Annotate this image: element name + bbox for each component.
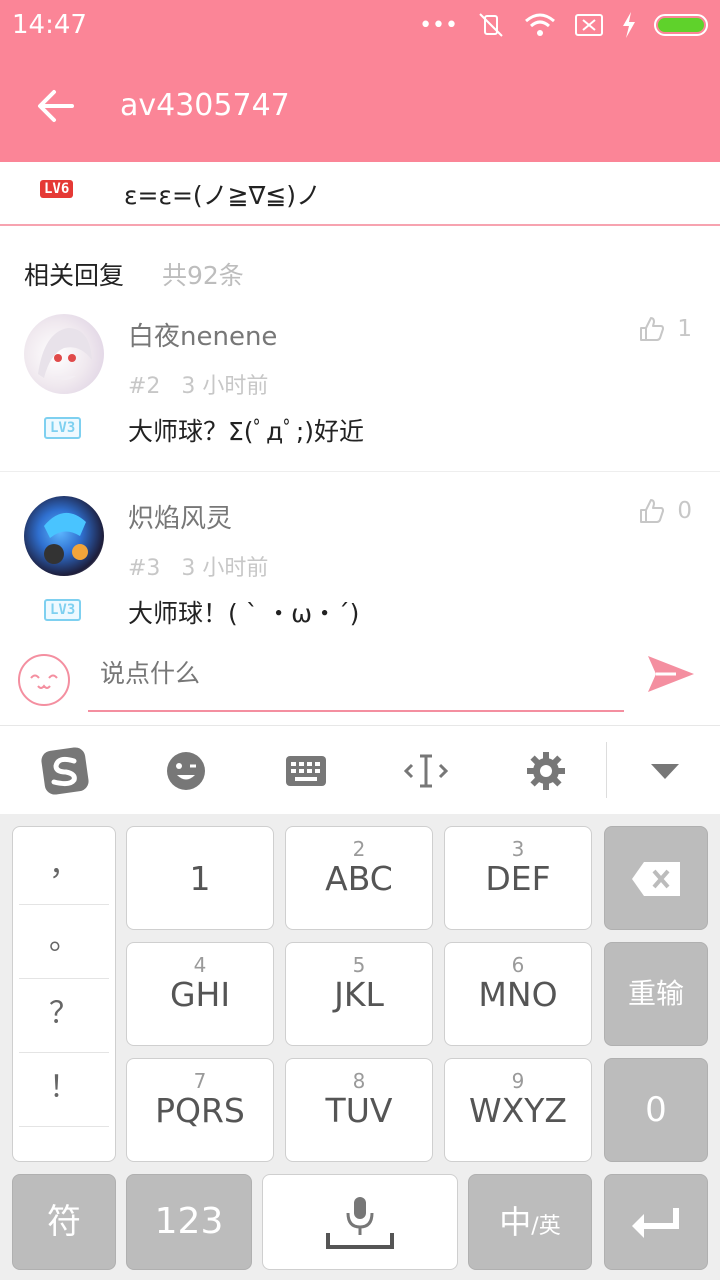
sogou-logo-icon[interactable]: [40, 746, 90, 796]
no-sim-icon: [575, 14, 603, 36]
punct-period-key[interactable]: 。: [19, 905, 109, 979]
symbol-key[interactable]: 符: [12, 1174, 116, 1270]
page-title: av4305747: [120, 88, 290, 123]
parent-comment: LV6 ε=ε=(ノ≧∇≦)ノ: [0, 162, 720, 226]
punct-exclaim-key[interactable]: ！: [19, 1053, 109, 1127]
status-icons: •••: [419, 10, 708, 40]
settings-gear-icon[interactable]: [521, 746, 571, 796]
battery-icon: [654, 14, 708, 36]
like-button[interactable]: 1: [639, 316, 692, 342]
like-count: 1: [677, 316, 692, 342]
reply-input-bar: 说点什么: [0, 640, 720, 726]
punct-question-key[interactable]: ？: [19, 979, 109, 1053]
reply-content: 大师球？Σ(ﾟдﾟ;)好近: [128, 417, 365, 446]
related-replies-count: 共92条: [162, 261, 244, 290]
related-replies-title: 相关回复: [24, 261, 125, 290]
username[interactable]: 白夜nenene: [128, 316, 277, 353]
reply-input[interactable]: 说点什么: [88, 648, 624, 712]
like-button[interactable]: 0: [639, 498, 692, 524]
reply-meta: #2 3 小时前: [128, 368, 268, 400]
avatar[interactable]: [24, 496, 104, 576]
level-badge: LV3: [44, 417, 82, 439]
t9-keyboard: ， 。 ？ ！ 1 2 ABC 3 DEF 4 GHI 5 JKL 6 MNO …: [0, 814, 720, 1280]
emoji-face-icon[interactable]: [16, 652, 72, 708]
backspace-key[interactable]: [604, 826, 708, 930]
avatar[interactable]: [24, 314, 104, 394]
key-5-jkl[interactable]: 5 JKL: [285, 942, 433, 1046]
thumbs-up-icon: [640, 317, 665, 341]
keyboard-icon[interactable]: [281, 746, 331, 796]
reply-content: 大师球！( ` ・ω・´): [128, 599, 360, 628]
emoji-icon[interactable]: [161, 746, 211, 796]
language-switch-key[interactable]: 中/英: [468, 1174, 592, 1270]
send-icon[interactable]: [646, 654, 696, 694]
space-voice-key[interactable]: [262, 1174, 458, 1270]
key-4-ghi[interactable]: 4 GHI: [126, 942, 274, 1046]
key-9-wxyz[interactable]: 9 WXYZ: [444, 1058, 592, 1162]
punctuation-column: ， 。 ？ ！: [12, 826, 116, 1162]
microphone-icon: [326, 1197, 394, 1249]
reply-meta: #3 3 小时前: [128, 550, 268, 582]
key-0[interactable]: 0: [604, 1058, 708, 1162]
status-time: 14:47: [12, 10, 87, 40]
keyboard-toolbar: [0, 726, 720, 814]
punct-comma-key[interactable]: ，: [19, 831, 109, 905]
key-7-pqrs[interactable]: 7 PQRS: [126, 1058, 274, 1162]
back-arrow-icon[interactable]: [36, 86, 76, 126]
reply-time: 3 小时前: [181, 374, 269, 399]
reenter-key[interactable]: 重输: [604, 942, 708, 1046]
floor-number: #2: [128, 374, 161, 399]
reply-item[interactable]: 白夜nenene #2 3 小时前 1 LV3 大师球？Σ(ﾟдﾟ;)好近: [0, 292, 720, 472]
level-badge: LV6: [40, 180, 74, 198]
reply-item[interactable]: 炽焰风灵 #3 3 小时前 0 LV3 大师球！( ` ・ω・´): [0, 474, 720, 654]
vibrate-off-icon: [479, 13, 503, 37]
toolbar-divider: [606, 742, 607, 798]
level-badge: LV3: [44, 599, 82, 621]
key-6-mno[interactable]: 6 MNO: [444, 942, 592, 1046]
num-123-key[interactable]: 123: [126, 1174, 252, 1270]
parent-comment-text: ε=ε=(ノ≧∇≦)ノ: [124, 181, 322, 210]
app-header: 14:47 ••• av4305747: [0, 0, 720, 162]
floor-number: #3: [128, 556, 161, 581]
key-3-def[interactable]: 3 DEF: [444, 826, 592, 930]
backspace-icon: [632, 862, 680, 896]
reply-time: 3 小时前: [181, 556, 269, 581]
key-8-tuv[interactable]: 8 TUV: [285, 1058, 433, 1162]
key-1[interactable]: 1: [126, 826, 274, 930]
text-cursor-icon[interactable]: [401, 746, 451, 796]
more-dots-icon: •••: [419, 12, 458, 38]
username[interactable]: 炽焰风灵: [128, 498, 232, 535]
enter-arrow-icon: [632, 1208, 679, 1238]
charging-bolt-icon: [623, 12, 635, 38]
like-count: 0: [677, 498, 692, 524]
collapse-keyboard-icon[interactable]: [640, 746, 690, 796]
wifi-icon: [525, 13, 555, 36]
key-2-abc[interactable]: 2 ABC: [285, 826, 433, 930]
enter-key[interactable]: [604, 1174, 708, 1270]
thumbs-up-icon: [640, 499, 665, 523]
